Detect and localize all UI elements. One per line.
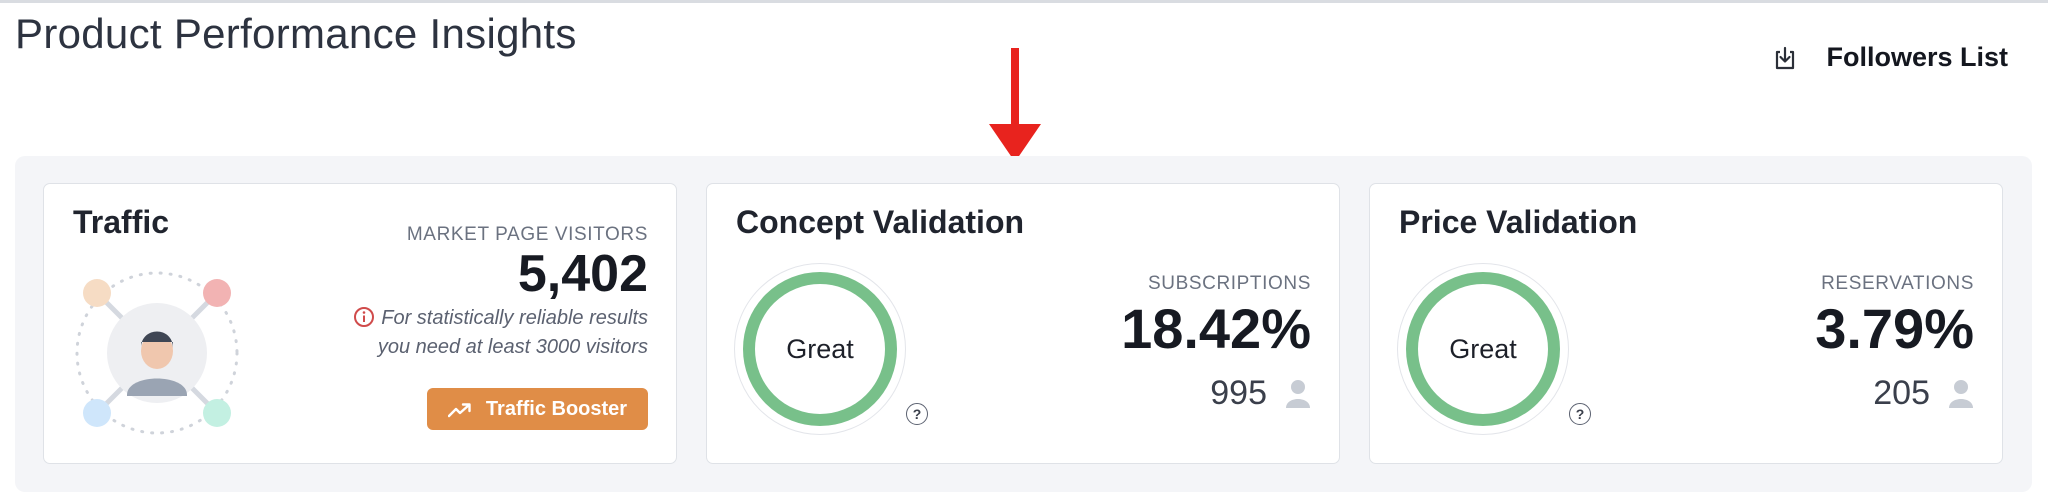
concept-help-icon[interactable]: ? <box>906 403 928 425</box>
concept-metric-label: SUBSCRIPTIONS <box>1148 273 1311 294</box>
followers-list-button[interactable]: Followers List <box>1772 42 2008 73</box>
person-icon <box>1948 379 1974 409</box>
traffic-card: Traffic MARKET PAGE VISITORS 5,402 For s… <box>43 183 677 464</box>
concept-validation-card: Concept Validation Great ? SUBSCRIPTIONS… <box>706 183 1340 464</box>
trend-up-icon <box>447 401 472 418</box>
traffic-metric-value: 5,402 <box>517 245 648 303</box>
price-count-row: 205 <box>1873 374 1974 413</box>
concept-count-row: 995 <box>1210 374 1311 413</box>
page-title: Product Performance Insights <box>15 10 577 57</box>
followers-list-label: Followers List <box>1826 42 2008 72</box>
red-arrow-indicator <box>989 48 1041 162</box>
traffic-booster-label: Traffic Booster <box>485 397 628 420</box>
price-count: 205 <box>1873 374 1930 412</box>
concept-title: Concept Validation <box>736 204 1025 240</box>
price-metric-label: RESERVATIONS <box>1821 273 1974 294</box>
traffic-note: For statistically reliable results you n… <box>288 304 648 362</box>
price-title: Price Validation <box>1399 204 1638 240</box>
price-rating-text: Great <box>1449 333 1517 364</box>
price-rating-ring: Great <box>1397 263 1569 435</box>
traffic-note-line2: you need at least 3000 visitors <box>377 336 648 358</box>
price-metric-value: 3.79% <box>1815 297 1974 360</box>
info-icon <box>353 306 375 328</box>
price-help-icon[interactable]: ? <box>1569 403 1591 425</box>
traffic-note-line1: For statistically reliable results <box>381 307 648 329</box>
concept-metric-value: 18.42% <box>1121 297 1311 360</box>
insights-panel: Traffic MARKET PAGE VISITORS 5,402 For s… <box>15 156 2032 492</box>
concept-rating-text: Great <box>786 333 854 364</box>
traffic-title: Traffic <box>73 204 170 240</box>
avatar-network-illustration <box>75 271 239 435</box>
traffic-booster-button[interactable]: Traffic Booster <box>427 388 648 430</box>
concept-count: 995 <box>1210 374 1267 412</box>
download-icon <box>1772 45 1798 71</box>
person-icon <box>1285 379 1311 409</box>
traffic-metric-label: MARKET PAGE VISITORS <box>406 224 648 245</box>
top-divider <box>0 0 2048 3</box>
concept-rating-ring: Great <box>734 263 906 435</box>
price-validation-card: Price Validation Great ? RESERVATIONS 3.… <box>1369 183 2003 464</box>
